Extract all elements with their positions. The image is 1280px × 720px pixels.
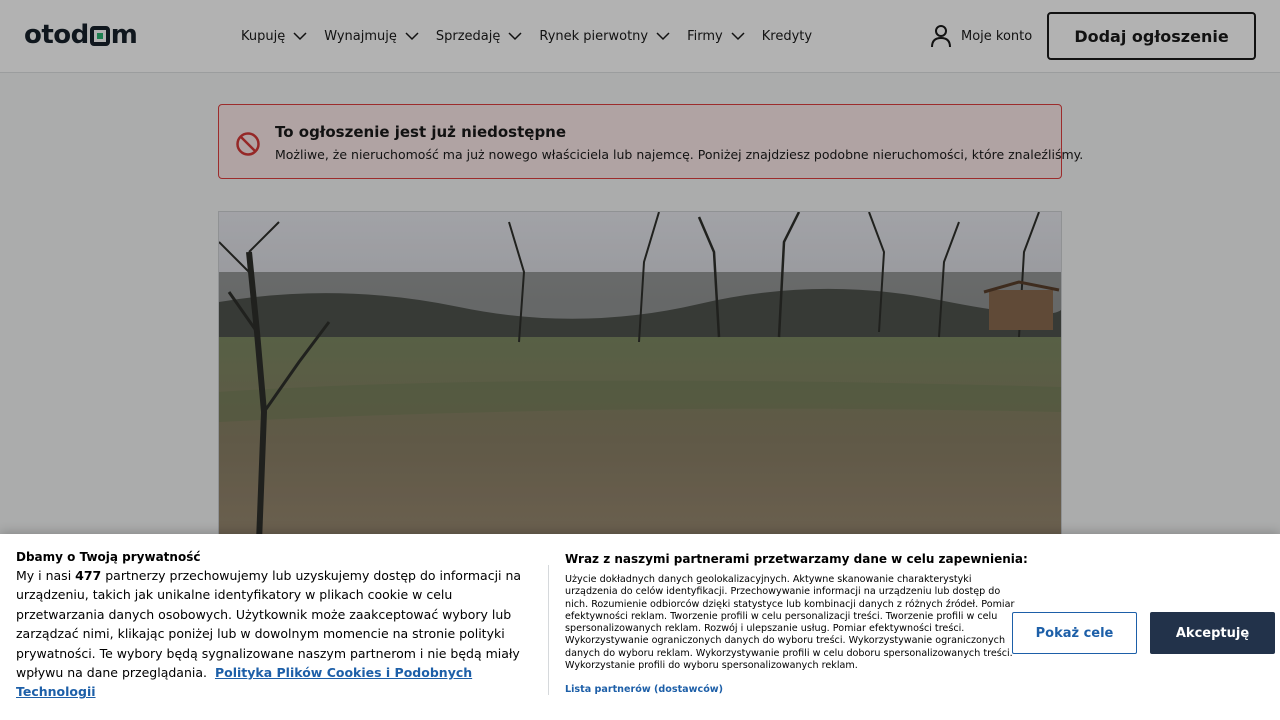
partners-list-link[interactable]: Lista partnerów (dostawców) (565, 684, 723, 695)
nav-item-firmy[interactable]: Firmy (687, 29, 745, 44)
site-header: otod m Kupuję Wynajmuję Sprzedaję Rynek p… (0, 0, 1280, 73)
purposes-title: Wraz z naszymi partnerami przetwarzamy d… (565, 552, 1028, 566)
logo-text-suffix: m (110, 20, 138, 50)
accept-button[interactable]: Akceptuję (1150, 612, 1275, 654)
consent-body-text: My i nasi (16, 568, 76, 583)
my-account-link[interactable]: Moje konto (930, 24, 1032, 48)
add-listing-button[interactable]: Dodaj ogłoszenie (1047, 12, 1256, 60)
house-icon (89, 26, 110, 46)
blocked-icon (236, 132, 260, 156)
chevron-down-icon (731, 32, 745, 41)
nav-item-label: Firmy (687, 28, 723, 44)
otodom-logo[interactable]: otod m (24, 20, 138, 50)
chevron-down-icon (508, 32, 522, 41)
main-nav: Kupuję Wynajmuję Sprzedaję Rynek pierwot… (241, 0, 829, 72)
show-purposes-button[interactable]: Pokaż cele (1012, 612, 1137, 654)
chevron-down-icon (405, 32, 419, 41)
alert-text: Możliwe, że nieruchomość ma już nowego w… (275, 147, 1084, 162)
logo-text-prefix: otod (24, 20, 89, 50)
nav-item-label: Kredyty (761, 28, 813, 44)
alert-title: To ogłoszenie jest już niedostępne (275, 123, 567, 141)
nav-item-kupuje[interactable]: Kupuję (241, 29, 307, 44)
listing-unavailable-alert: To ogłoszenie jest już niedostępne Możli… (218, 104, 1083, 179)
cookie-consent-banner: Dbamy o Twoją prywatność My i nasi 477 p… (0, 534, 1280, 720)
my-account-label: Moje konto (961, 28, 1033, 44)
nav-item-label: Kupuję (241, 28, 286, 44)
chevron-down-icon (293, 32, 307, 41)
nav-item-label: Rynek pierwotny (539, 28, 649, 44)
listing-photo[interactable] (218, 211, 1062, 541)
purposes-list: Użycie dokładnych danych geolokalizacyjn… (565, 574, 1015, 672)
consent-title: Dbamy o Twoją prywatność (16, 550, 201, 564)
nav-item-sprzedaje[interactable]: Sprzedaję (436, 29, 523, 44)
landscape-image (219, 212, 1061, 540)
consent-body: My i nasi 477 partnerzy przechowujemy lu… (16, 566, 536, 702)
chevron-down-icon (656, 32, 670, 41)
divider (548, 565, 549, 695)
nav-item-kredyty[interactable]: Kredyty (762, 29, 812, 44)
consent-body-text: partnerzy przechowujemy lub uzyskujemy d… (16, 568, 522, 681)
nav-item-label: Wynajmuję (324, 28, 397, 44)
nav-item-wynajmuje[interactable]: Wynajmuję (324, 29, 419, 44)
nav-item-rynek-pierwotny[interactable]: Rynek pierwotny (539, 29, 670, 44)
nav-item-label: Sprzedaję (435, 28, 501, 44)
partner-count: 477 (75, 568, 102, 583)
user-icon (931, 25, 951, 48)
